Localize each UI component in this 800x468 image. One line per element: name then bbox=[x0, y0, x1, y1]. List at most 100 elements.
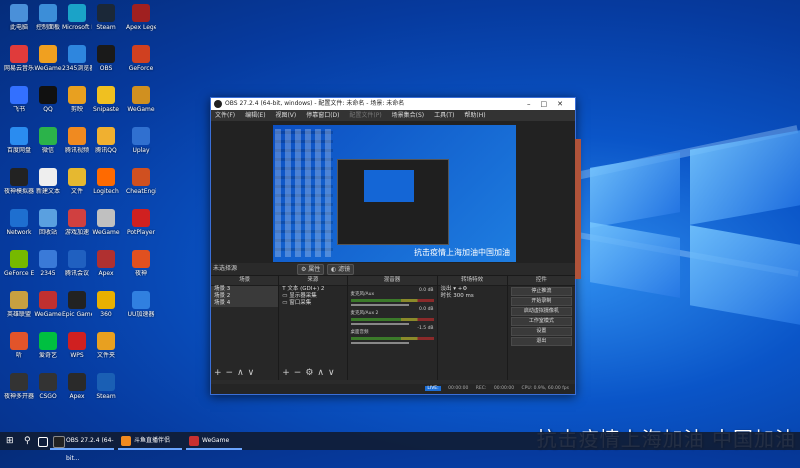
desktop-icon[interactable]: Snipaste bbox=[91, 86, 121, 113]
menu-tools[interactable]: 工具(T) bbox=[434, 112, 454, 119]
desktop-icon[interactable]: GeForce Experience bbox=[4, 250, 34, 277]
filters-button[interactable]: ◐ 滤镜 bbox=[327, 264, 355, 275]
taskbar-app-wegame[interactable]: WeGame bbox=[186, 432, 242, 450]
app-icon bbox=[68, 250, 86, 268]
desktop-icon-label: 此电脑 bbox=[9, 24, 28, 31]
desktop-icon[interactable]: 听 bbox=[4, 332, 34, 359]
desktop-icon[interactable]: 飞书 bbox=[4, 86, 34, 113]
menu-view[interactable]: 视图(V) bbox=[275, 112, 296, 119]
taskbar-app-douyu[interactable]: 斗鱼直播伴侣 bbox=[118, 432, 182, 450]
desktop-icon[interactable]: 新建文本 bbox=[33, 168, 63, 195]
stop-streaming-button[interactable]: 停止推流 bbox=[510, 287, 572, 296]
scene-item[interactable]: 场景 4 bbox=[211, 300, 279, 307]
desktop-icon[interactable]: 腾讯QQ bbox=[91, 127, 121, 154]
exit-button[interactable]: 退出 bbox=[510, 337, 572, 346]
desktop-icon[interactable]: Network bbox=[4, 209, 34, 236]
settings-button[interactable]: 设置 bbox=[510, 327, 572, 336]
desktop-icon[interactable]: Logitech bbox=[91, 168, 121, 195]
desktop-icon[interactable]: WeGame bbox=[91, 209, 121, 236]
menu-edit[interactable]: 编辑(E) bbox=[245, 112, 265, 119]
scene-item[interactable]: 场景 2 bbox=[211, 293, 279, 300]
taskbar-app-obs[interactable]: OBS 27.2.4 (64-bit... bbox=[50, 432, 114, 462]
transition-select[interactable]: 淡出 ▾ +⚙ bbox=[438, 286, 507, 293]
preview-canvas[interactable]: 抗击疫情上海加油中国加油 bbox=[273, 125, 516, 262]
desktop-icon[interactable]: 文件夹 bbox=[91, 332, 121, 359]
desktop-icon[interactable]: WPS bbox=[62, 332, 92, 359]
volume-slider[interactable] bbox=[350, 304, 409, 306]
desktop-icon[interactable]: 微信 bbox=[33, 127, 63, 154]
desktop-icon[interactable]: Epic Games bbox=[62, 291, 92, 318]
obs-titlebar[interactable]: OBS 27.2.4 (64-bit, windows) - 配置文件: 未命名… bbox=[211, 98, 575, 110]
desktop-icon[interactable]: 控制面板 bbox=[33, 4, 63, 31]
source-item[interactable]: ▭ 窗口采集 bbox=[279, 300, 346, 307]
volume-slider[interactable] bbox=[350, 323, 409, 325]
menu-docks[interactable]: 停靠窗口(D) bbox=[306, 112, 339, 119]
desktop-icon[interactable]: PotPlayer bbox=[126, 209, 156, 236]
desktop-icon-label: GeForce bbox=[128, 65, 154, 72]
desktop-icon[interactable]: 网易云音乐 bbox=[4, 45, 34, 72]
mixer-channel-db: 0.0 dB bbox=[418, 288, 434, 293]
desktop-icon[interactable]: GeForce bbox=[126, 45, 156, 72]
desktop-icon[interactable]: 2345 bbox=[33, 250, 63, 277]
app-icon bbox=[10, 373, 28, 391]
desktop-icon[interactable]: 此电脑 bbox=[4, 4, 34, 31]
desktop-icon[interactable]: 爱奇艺 bbox=[33, 332, 63, 359]
studio-mode-button[interactable]: 工作室模式 bbox=[510, 317, 572, 326]
desktop-icon-label: 网易云音乐 bbox=[4, 65, 34, 72]
desktop-icon[interactable]: 百度网盘 bbox=[4, 127, 34, 154]
virtual-camera-button[interactable]: 启动虚拟摄像机 bbox=[510, 307, 572, 316]
desktop-icon[interactable]: QQ bbox=[33, 86, 63, 113]
no-source-label: 未选择源 bbox=[213, 265, 238, 272]
desktop-icon-label: 360 bbox=[100, 311, 112, 318]
desktop-icon[interactable]: CSGO bbox=[33, 373, 63, 400]
desktop-icon[interactable]: 腾讯视频 bbox=[62, 127, 92, 154]
desktop-icon[interactable]: UU加速器 bbox=[126, 291, 156, 318]
desktop-icon[interactable]: 360 bbox=[91, 291, 121, 318]
desktop-icon[interactable]: 夜神模拟器 bbox=[4, 168, 34, 195]
desktop-icon[interactable]: Microsoft Edge bbox=[62, 4, 92, 31]
source-item[interactable]: T 文本 (GDI+) 2 bbox=[279, 286, 346, 293]
source-item[interactable]: ▭ 显示器采集 bbox=[279, 293, 346, 300]
desktop-icon[interactable]: 文件 bbox=[62, 168, 92, 195]
desktop-icon[interactable]: 夜神 bbox=[126, 250, 156, 277]
duration-field[interactable]: 时长 300 ms bbox=[438, 293, 507, 300]
window-controls[interactable]: –□✕ bbox=[527, 98, 573, 110]
properties-button[interactable]: ⚙ 属性 bbox=[297, 264, 325, 275]
search-icon[interactable]: ⚲ bbox=[24, 435, 36, 447]
desktop-icon[interactable]: 腾讯会议 bbox=[62, 250, 92, 277]
desktop-icon[interactable]: 回收站 bbox=[33, 209, 63, 236]
windows-start-icon[interactable]: ⊞ bbox=[6, 437, 14, 446]
desktop-icon[interactable]: Apex bbox=[62, 373, 92, 400]
start-recording-button[interactable]: 开始录制 bbox=[510, 297, 572, 306]
sources-controls[interactable]: +−⚙∧∨ bbox=[282, 368, 338, 378]
menu-profile[interactable]: 配置文件(P) bbox=[349, 112, 381, 119]
desktop-icon[interactable]: Steam bbox=[91, 373, 121, 400]
desktop-icon[interactable]: 游戏加速 bbox=[62, 209, 92, 236]
desktop-icon[interactable]: Apex bbox=[91, 250, 121, 277]
desktop-icon[interactable]: Apex Legends bbox=[126, 4, 156, 31]
desktop-icon[interactable]: WeGame bbox=[33, 45, 63, 72]
scenes-controls[interactable]: +−∧∨ bbox=[214, 368, 258, 378]
volume-slider[interactable] bbox=[350, 342, 409, 344]
desktop-icon[interactable]: WeGame bbox=[126, 86, 156, 113]
menu-scene-collection[interactable]: 场景集合(S) bbox=[392, 112, 425, 119]
desktop-icon[interactable]: OBS bbox=[91, 45, 121, 72]
menu-help[interactable]: 帮助(H) bbox=[464, 112, 485, 119]
menu-file[interactable]: 文件(F) bbox=[215, 112, 235, 119]
obs-window[interactable]: OBS 27.2.4 (64-bit, windows) - 配置文件: 未命名… bbox=[210, 97, 581, 395]
desktop-icon[interactable]: Uplay bbox=[126, 127, 156, 154]
desktop-icon-label: 2345浏览器 bbox=[62, 65, 92, 72]
desktop-icon[interactable]: 夜神多开器 bbox=[4, 373, 34, 400]
app-icon bbox=[10, 250, 28, 268]
desktop-icon[interactable]: CheatEngine bbox=[126, 168, 156, 195]
desktop-icon-label: 飞书 bbox=[12, 106, 25, 113]
desktop-icon[interactable]: 英雄联盟 bbox=[4, 291, 34, 318]
desktop-icon[interactable]: 剪映 bbox=[62, 86, 92, 113]
desktop-icon-label: Logitech bbox=[93, 188, 119, 195]
desktop-icon[interactable]: Steam bbox=[91, 4, 121, 31]
desktop-icon[interactable]: 2345浏览器 bbox=[62, 45, 92, 72]
desktop-icon[interactable]: WeGame bbox=[33, 291, 63, 318]
scene-item[interactable]: 场景 3 bbox=[211, 286, 279, 293]
task-view-icon[interactable] bbox=[38, 437, 48, 447]
desktop-icon-label: Uplay bbox=[132, 147, 150, 154]
